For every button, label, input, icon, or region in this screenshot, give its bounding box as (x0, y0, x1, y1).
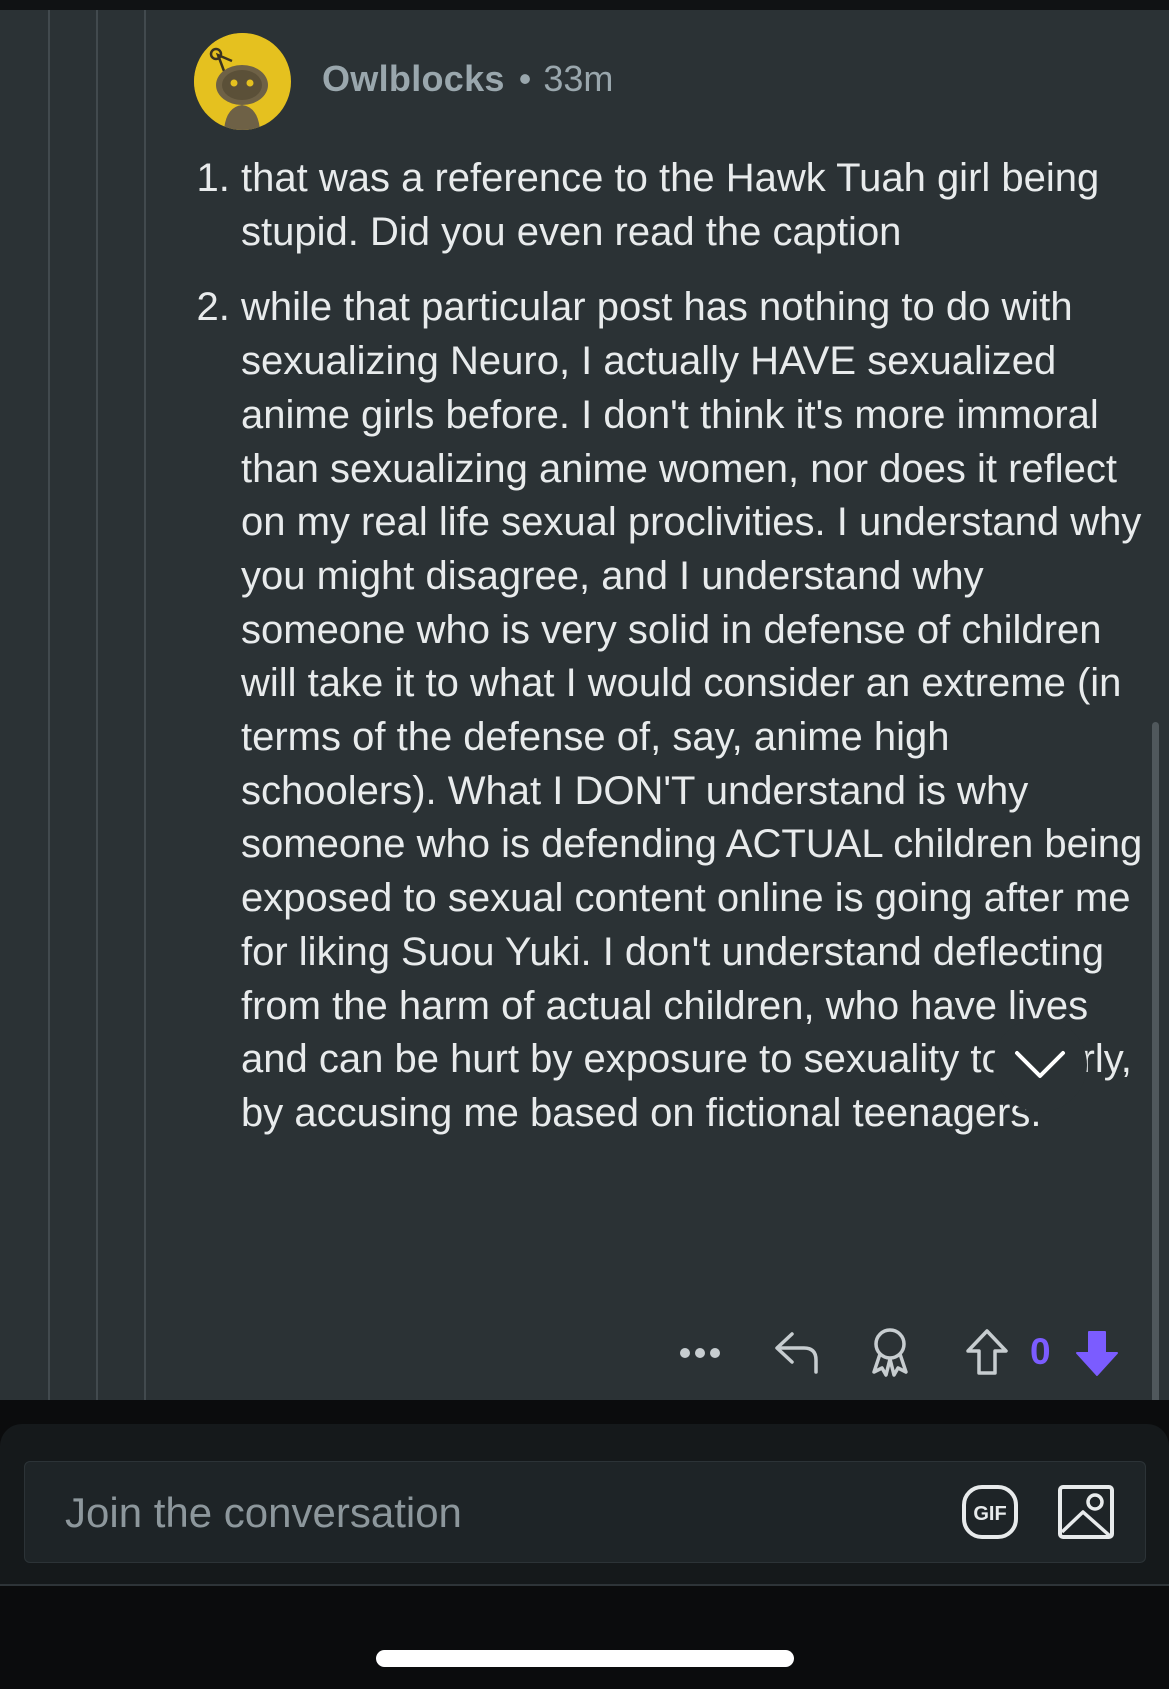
snoo-avatar-icon (194, 33, 290, 130)
image-icon[interactable] (1057, 1484, 1115, 1540)
top-edge (0, 0, 1169, 10)
meta-separator: • (518, 58, 532, 99)
avatar[interactable] (194, 33, 291, 130)
composer-divider (0, 1584, 1169, 1586)
comment-meta: Owlblocks • 33m (322, 58, 613, 100)
chevron-down-icon (1015, 1051, 1065, 1078)
composer-placeholder[interactable]: Join the conversation (65, 1489, 462, 1537)
comment-list: that was a reference to the Hawk Tuah gi… (196, 152, 1156, 1141)
award-icon[interactable] (866, 1326, 914, 1378)
comment-composer[interactable]: Join the conversation GIF (24, 1461, 1146, 1563)
comment-body: that was a reference to the Hawk Tuah gi… (196, 152, 1156, 1141)
author-name[interactable]: Owlblocks (322, 58, 505, 99)
thread-line[interactable] (96, 10, 98, 1400)
scroll-down-button[interactable] (993, 1018, 1087, 1112)
downvote-icon[interactable] (1074, 1329, 1120, 1377)
home-indicator[interactable] (376, 1650, 794, 1667)
gif-label: GIF (973, 1503, 1006, 1525)
thread-line[interactable] (48, 10, 50, 1400)
upvote-icon[interactable] (964, 1327, 1010, 1377)
thread-line[interactable] (144, 10, 146, 1400)
comment-point: while that particular post has nothing t… (241, 281, 1156, 1140)
reply-icon[interactable] (772, 1328, 822, 1376)
comment-age: 33m (543, 58, 614, 99)
more-options-icon[interactable] (678, 1340, 722, 1366)
vote-count: 0 (1030, 1331, 1051, 1372)
comment-point: that was a reference to the Hawk Tuah gi… (241, 152, 1156, 259)
gif-icon[interactable]: GIF (961, 1484, 1019, 1540)
